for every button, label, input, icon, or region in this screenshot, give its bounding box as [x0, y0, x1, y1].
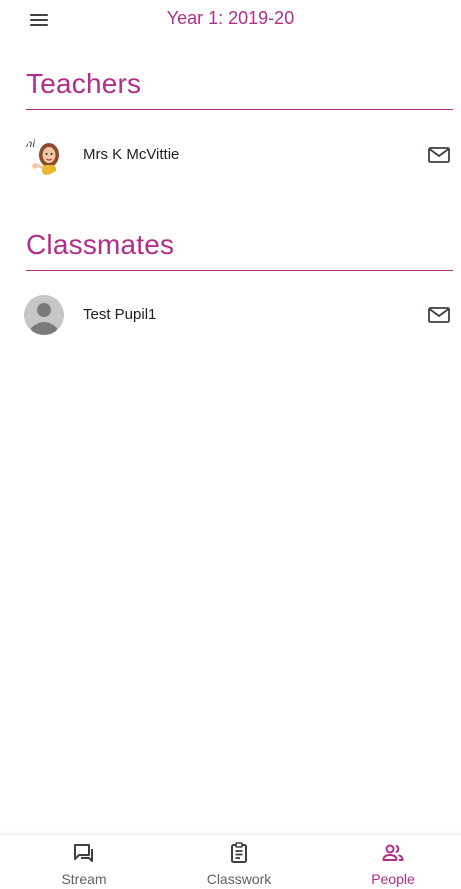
classwork-icon: [231, 842, 247, 863]
teacher-row[interactable]: hi Mrs K McVittie: [0, 133, 461, 177]
nav-people-label: People: [371, 871, 415, 887]
bitmoji-avatar-icon: hi: [24, 135, 64, 175]
default-avatar-icon: [24, 295, 64, 335]
nav-classwork-label: Classwork: [206, 871, 272, 887]
top-app-bar: Year 1: 2019-20: [0, 0, 461, 38]
nav-people[interactable]: People: [328, 835, 458, 889]
class-title: Year 1: 2019-20: [166, 8, 295, 28]
nav-stream[interactable]: Stream: [19, 835, 149, 889]
email-teacher-button[interactable]: [428, 147, 450, 163]
people-icon: [382, 844, 404, 861]
classmates-heading: Classmates: [26, 229, 175, 260]
email-classmate-button[interactable]: [428, 307, 450, 323]
classmate-avatar: [24, 295, 64, 335]
classmates-divider: [26, 270, 453, 271]
teachers-heading: Teachers: [26, 68, 142, 99]
stream-icon: [74, 844, 93, 862]
teachers-divider: [26, 109, 453, 110]
classmate-row[interactable]: Test Pupil1: [0, 293, 461, 337]
svg-text:hi: hi: [26, 139, 35, 150]
nav-classwork[interactable]: Classwork: [174, 835, 304, 889]
classmate-name: Test Pupil1: [83, 306, 157, 323]
mail-icon: [428, 147, 450, 163]
bottom-navigation: Stream Classwork People: [0, 834, 461, 889]
nav-stream-label: Stream: [61, 871, 107, 887]
mail-icon: [428, 307, 450, 323]
teacher-name: Mrs K McVittie: [83, 146, 180, 163]
teacher-avatar: hi: [24, 135, 64, 175]
